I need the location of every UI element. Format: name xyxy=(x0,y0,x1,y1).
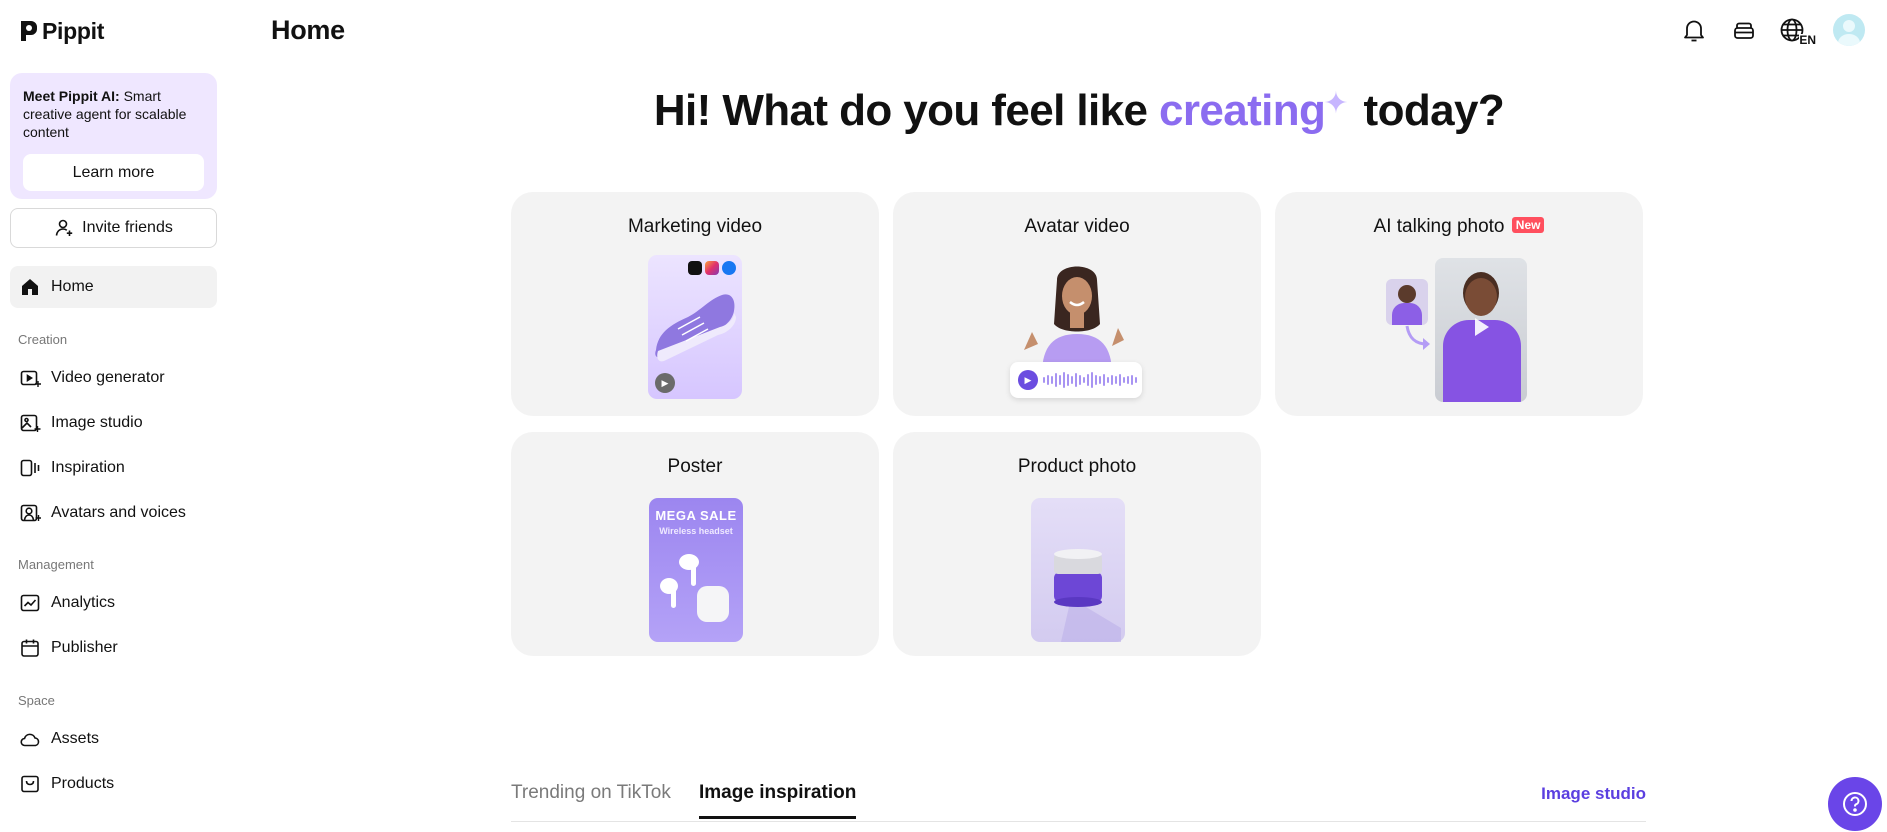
hero-heading: Hi! What do you feel like creating✦ toda… xyxy=(271,86,1887,136)
sidebar-item-inspiration[interactable]: Inspiration xyxy=(10,447,217,489)
marketing-video-thumbnail: ▶ xyxy=(648,255,742,399)
sidebar-item-publisher[interactable]: Publisher xyxy=(10,627,217,669)
sidebar-item-label: Assets xyxy=(51,730,100,747)
card-title-row: AI talking photo New xyxy=(1275,216,1643,238)
logo-text: Pippit xyxy=(42,17,105,44)
card-product-photo[interactable]: Product photo xyxy=(893,432,1261,656)
hero-prefix: Hi! What do you feel like xyxy=(653,86,1159,135)
cloud-icon xyxy=(20,733,40,747)
sidebar-item-label: Products xyxy=(51,775,115,792)
card-poster[interactable]: Poster MEGA SALE Wireless headset xyxy=(511,432,879,656)
invite-friends-label: Invite friends xyxy=(82,219,173,236)
product-photo-thumbnail xyxy=(1031,498,1125,642)
notifications-button[interactable] xyxy=(1679,15,1709,45)
product-box-icon xyxy=(21,775,39,793)
poster-thumbnail: MEGA SALE Wireless headset xyxy=(649,498,743,642)
card-ai-talking-photo[interactable]: AI talking photo New xyxy=(1275,192,1643,416)
learn-more-button[interactable]: Learn more xyxy=(23,154,204,191)
pippit-logo-icon xyxy=(21,21,37,41)
help-button[interactable] xyxy=(1828,777,1882,831)
sidebar-item-label: Home xyxy=(51,278,94,295)
inspiration-tabs: Trending on TikTok Image inspiration Ima… xyxy=(511,778,1646,822)
sidebar-item-label: Video generator xyxy=(51,369,165,386)
card-title: Product photo xyxy=(1017,456,1137,477)
play-icon: ▶ xyxy=(655,373,675,393)
add-user-icon xyxy=(55,219,73,236)
sidebar-item-avatars-and-voices[interactable]: Avatars and voices xyxy=(10,492,217,534)
sidebar-item-products[interactable]: Products xyxy=(10,763,217,805)
play-icon xyxy=(1475,318,1489,336)
card-title: AI talking photo xyxy=(1373,216,1505,237)
card-title: Avatar video xyxy=(1024,216,1130,237)
sidebar-item-analytics[interactable]: Analytics xyxy=(10,582,217,624)
card-marketing-video[interactable]: Marketing video ▶ xyxy=(511,192,879,416)
pippit-logo[interactable]: Pippit xyxy=(18,16,104,46)
user-avatar[interactable] xyxy=(1833,14,1865,46)
new-badge: New xyxy=(1511,217,1545,233)
sidebar-item-video-generator[interactable]: Video generator xyxy=(10,357,217,399)
promo-title: Meet Pippit AI: xyxy=(23,88,120,104)
earbuds-image xyxy=(660,554,729,622)
bell-icon xyxy=(1684,20,1704,42)
waveform-icon xyxy=(1043,372,1137,388)
voice-waveform: ▶ xyxy=(1010,362,1142,398)
calendar-icon xyxy=(21,639,39,657)
sparkle-icon: ✦ xyxy=(1323,87,1348,120)
card-avatar-video[interactable]: Avatar video ▶ xyxy=(893,192,1261,416)
card-title: Marketing video xyxy=(627,216,763,237)
sidebar-item-image-studio[interactable]: Image studio xyxy=(10,402,217,444)
page-title: Home xyxy=(271,15,345,45)
cream-jar-image xyxy=(1054,549,1121,642)
sidebar: Pippit Meet Pippit AI: Smart creative ag… xyxy=(0,0,226,832)
talking-photo-thumbnail xyxy=(1435,258,1527,402)
card-title: Poster xyxy=(667,456,723,477)
tab-image-inspiration[interactable]: Image inspiration xyxy=(699,782,857,819)
inspiration-icon xyxy=(20,459,40,477)
home-icon xyxy=(22,279,38,295)
question-icon xyxy=(1843,792,1867,816)
sidebar-item-label: Avatars and voices xyxy=(51,504,186,521)
sidebar-item-assets[interactable]: Assets xyxy=(10,718,217,760)
sidebar-item-label: Analytics xyxy=(51,594,116,611)
analytics-icon xyxy=(20,594,40,612)
section-label-space: Space xyxy=(18,693,55,708)
sidebar-item-home[interactable]: Home xyxy=(10,266,217,308)
sidebar-item-label: Inspiration xyxy=(51,459,125,476)
credits-button[interactable] xyxy=(1729,15,1759,45)
promo-card: Meet Pippit AI: Smart creative agent for… xyxy=(10,73,217,199)
hero-accent-word: creating xyxy=(1158,86,1326,135)
sidebar-item-label: Image studio xyxy=(51,414,143,431)
play-icon: ▶ xyxy=(1018,370,1038,390)
avatar-person-image xyxy=(1024,266,1124,374)
source-photo-thumbnail xyxy=(1386,279,1428,325)
promo-text: Meet Pippit AI: Smart creative agent for… xyxy=(23,87,204,141)
stack-icon xyxy=(1734,22,1754,39)
language-code: EN xyxy=(1799,33,1816,47)
video-generator-icon xyxy=(20,370,41,387)
section-label-creation: Creation xyxy=(18,332,68,347)
header-actions: EN xyxy=(1679,14,1865,47)
language-selector[interactable]: EN xyxy=(1779,15,1816,47)
tab-trending-on-tiktok[interactable]: Trending on TikTok xyxy=(511,782,671,804)
invite-friends-button[interactable]: Invite friends xyxy=(10,208,217,248)
sidebar-item-label: Publisher xyxy=(51,639,118,656)
image-studio-icon xyxy=(20,414,41,432)
avatar-voice-icon xyxy=(20,504,41,522)
arrow-icon xyxy=(1405,325,1430,350)
hero-suffix: today? xyxy=(1351,86,1505,135)
section-label-management: Management xyxy=(18,557,94,572)
image-studio-link[interactable]: Image studio xyxy=(1541,784,1646,804)
